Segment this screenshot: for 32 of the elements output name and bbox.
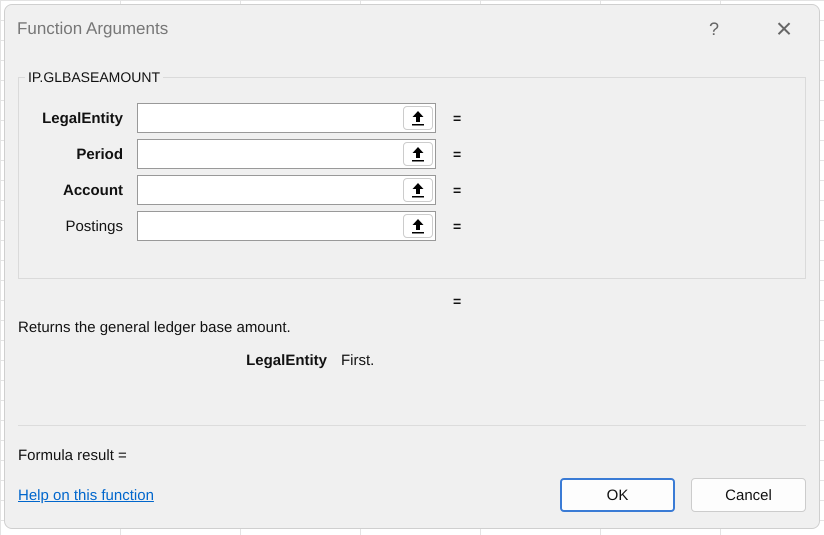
argument-result: =	[453, 182, 462, 198]
cancel-button[interactable]: Cancel	[691, 478, 806, 512]
argument-result: =	[453, 146, 462, 162]
argument-input[interactable]	[137, 211, 436, 241]
ok-button[interactable]: OK	[560, 478, 675, 512]
argument-result: =	[453, 110, 462, 126]
collapse-dialog-button[interactable]	[403, 214, 433, 238]
upload-arrow-icon	[411, 218, 425, 234]
formula-result: Formula result =	[18, 447, 128, 464]
argument-label: Postings	[64, 218, 124, 234]
argument-label: LegalEntity	[41, 110, 124, 126]
help-link[interactable]: Help on this function	[18, 486, 154, 504]
function-result: =	[453, 293, 462, 309]
function-description: Returns the general ledger base amount.	[18, 319, 292, 336]
argument-input[interactable]	[137, 139, 436, 169]
argument-input[interactable]	[137, 103, 436, 133]
collapse-dialog-button[interactable]	[403, 106, 433, 130]
argument-help-text: First.	[341, 352, 374, 369]
collapse-dialog-button[interactable]	[403, 178, 433, 202]
upload-arrow-icon	[411, 110, 425, 126]
upload-arrow-icon	[411, 182, 425, 198]
argument-input[interactable]	[137, 175, 436, 205]
window-title: Function Arguments	[17, 19, 170, 39]
collapse-dialog-button[interactable]	[403, 142, 433, 166]
argument-help-name: LegalEntity	[245, 352, 327, 369]
argument-result: =	[453, 218, 462, 234]
help-button[interactable]: ?	[679, 9, 749, 49]
function-name: IP.GLBASEAMOUNT	[25, 69, 164, 85]
argument-label: Account	[62, 182, 124, 198]
upload-arrow-icon	[411, 146, 425, 162]
close-button[interactable]: ×	[749, 9, 819, 49]
argument-label: Period	[75, 146, 124, 162]
